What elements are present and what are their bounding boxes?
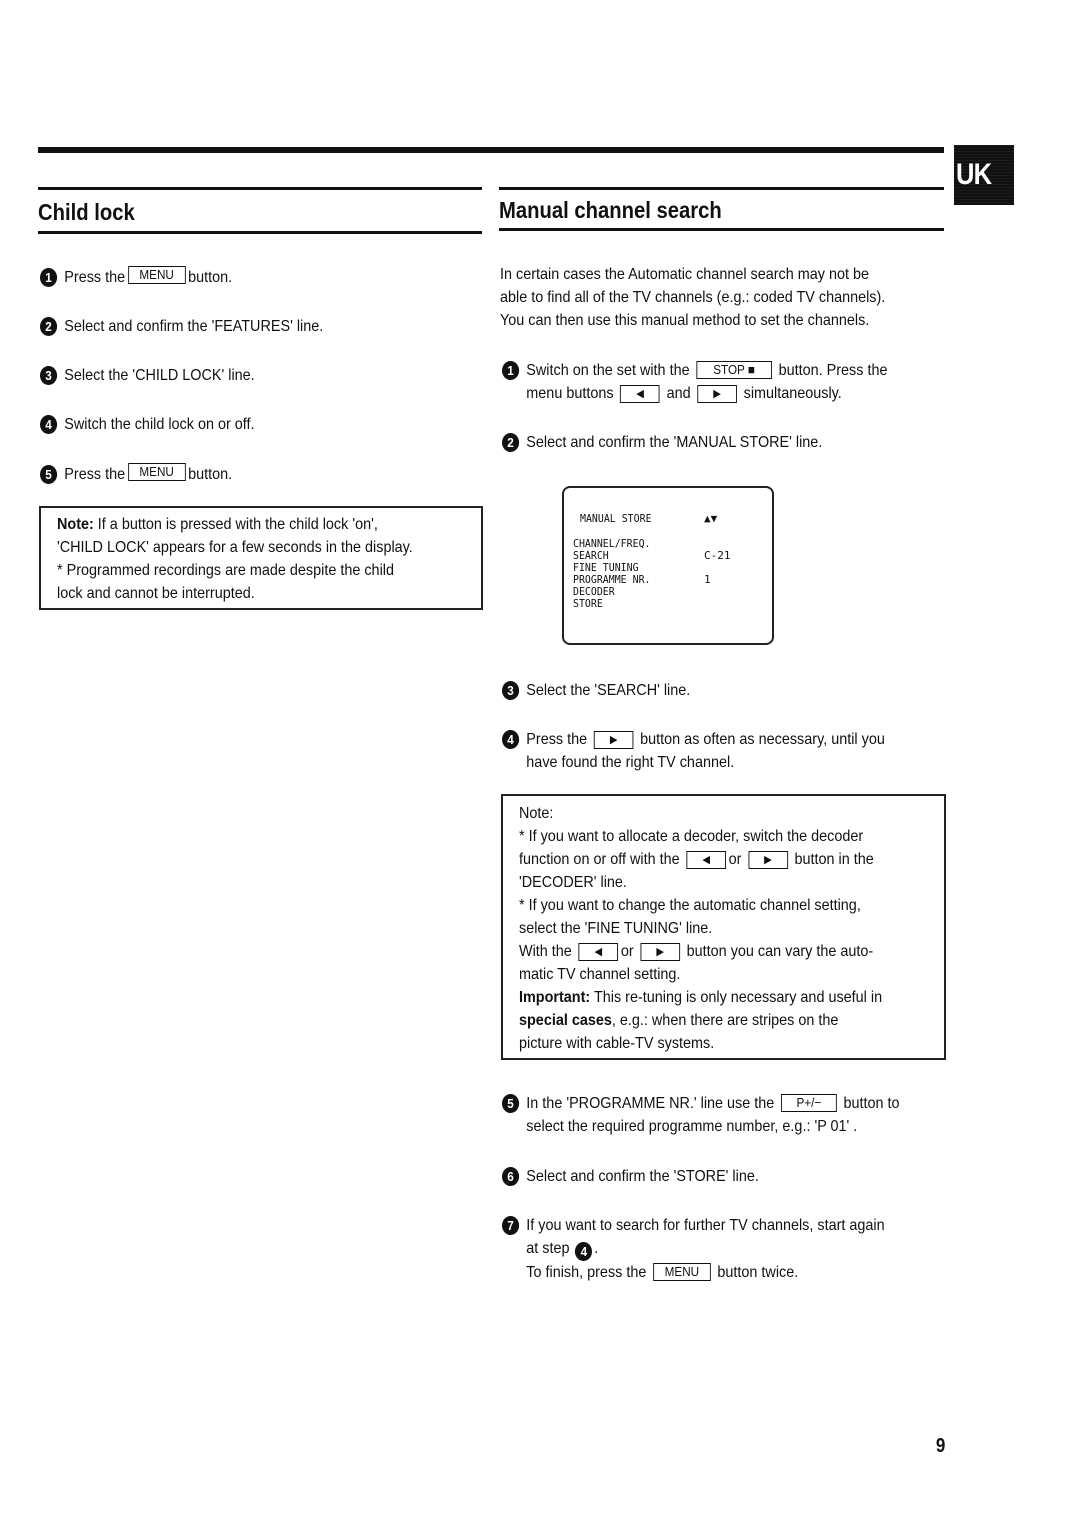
section-title-manual-search: Manual channel search: [499, 197, 722, 223]
osd-row-value: C-21: [704, 549, 731, 562]
section-bottom-rule: [38, 231, 482, 234]
intro-line-3: You can then use this manual method to s…: [500, 312, 870, 329]
child-lock-step-1: 1 Press the MENU button.: [40, 266, 232, 289]
left-arrow-key-icon: ◀: [686, 851, 726, 869]
child-lock-step-4: 4 Switch the child lock on or off.: [40, 413, 255, 436]
manual-step-3: 3 Select the 'SEARCH' line.: [502, 679, 690, 702]
osd-manual-store-screen: MANUAL STORE ▲▼ CHANNEL/FREQ. SEARCH C-2…: [562, 486, 774, 645]
child-lock-step-3: 3 Select the 'CHILD LOCK' line.: [40, 364, 255, 387]
special-cases-label: special cases: [519, 1012, 612, 1029]
step-number-3: 3: [502, 681, 520, 700]
manual-step-5: 5 In the 'PROGRAMME NR.' line use the P+…: [502, 1092, 900, 1138]
step-number-2: 2: [502, 433, 520, 452]
intro-line-1: In certain cases the Automatic channel s…: [500, 266, 870, 283]
right-arrow-key-icon: ▶: [593, 731, 634, 749]
osd-row-value: 1: [704, 573, 711, 586]
step-number-4: 4: [40, 415, 58, 434]
note-label: Note:: [57, 516, 94, 533]
right-arrow-key-icon: ▶: [640, 943, 680, 961]
step-number-1: 1: [502, 361, 520, 380]
child-lock-step-2: 2 Select and confirm the 'FEATURES' line…: [40, 315, 323, 338]
manual-step-4: 4 Press the ▶ button as often as necessa…: [502, 728, 885, 774]
child-lock-note-box: Note: If a button is pressed with the ch…: [39, 506, 483, 610]
right-arrow-key-icon: ▶: [697, 385, 737, 403]
menu-key-icon: MENU: [127, 463, 186, 481]
step-number-2: 2: [40, 317, 58, 336]
stop-key-icon: STOP ■: [696, 361, 772, 379]
step-number-5: 5: [40, 465, 58, 484]
language-badge-label: UK: [956, 158, 992, 191]
left-arrow-key-icon: ◀: [578, 943, 619, 961]
osd-row: STORE: [573, 597, 603, 610]
section-bottom-rule: [499, 228, 944, 231]
step-number-6: 6: [502, 1167, 520, 1186]
osd-up-down-arrows-icon: ▲▼: [704, 512, 718, 525]
child-lock-step-5: 5 Press the MENU button.: [40, 463, 232, 486]
step-number-3: 3: [40, 366, 58, 385]
intro-line-2: able to find all of the TV channels (e.g…: [500, 289, 886, 306]
manual-step-1: 1 Switch on the set with the STOP ■ butt…: [502, 359, 887, 405]
manual-step-7: 7 If you want to search for further TV c…: [502, 1214, 885, 1284]
page-header-rule: [38, 147, 944, 153]
important-label: Important:: [519, 989, 591, 1006]
step-number-4: 4: [502, 730, 520, 749]
manual-step-2: 2 Select and confirm the 'MANUAL STORE' …: [502, 431, 822, 454]
step-number-7: 7: [502, 1216, 520, 1235]
page-number: 9: [935, 1435, 946, 1457]
manual-search-note-box: Note: * If you want to allocate a decode…: [501, 794, 946, 1060]
left-arrow-key-icon: ◀: [620, 385, 660, 403]
section-top-rule: [499, 187, 944, 190]
manual-step-6: 6 Select and confirm the 'STORE' line.: [502, 1165, 759, 1188]
right-arrow-key-icon: ▶: [748, 851, 788, 869]
section-top-rule: [38, 187, 482, 190]
programme-plus-minus-key-icon: P+/−: [781, 1094, 837, 1112]
menu-key-icon: MENU: [653, 1263, 711, 1281]
osd-title: MANUAL STORE: [580, 512, 652, 525]
section-title-child-lock: Child lock: [38, 199, 135, 225]
language-badge: UK: [954, 145, 1014, 205]
menu-key-icon: MENU: [127, 266, 186, 284]
step-number-5: 5: [502, 1094, 520, 1113]
step-reference-4: 4: [575, 1242, 593, 1261]
step-number-1: 1: [40, 268, 58, 287]
